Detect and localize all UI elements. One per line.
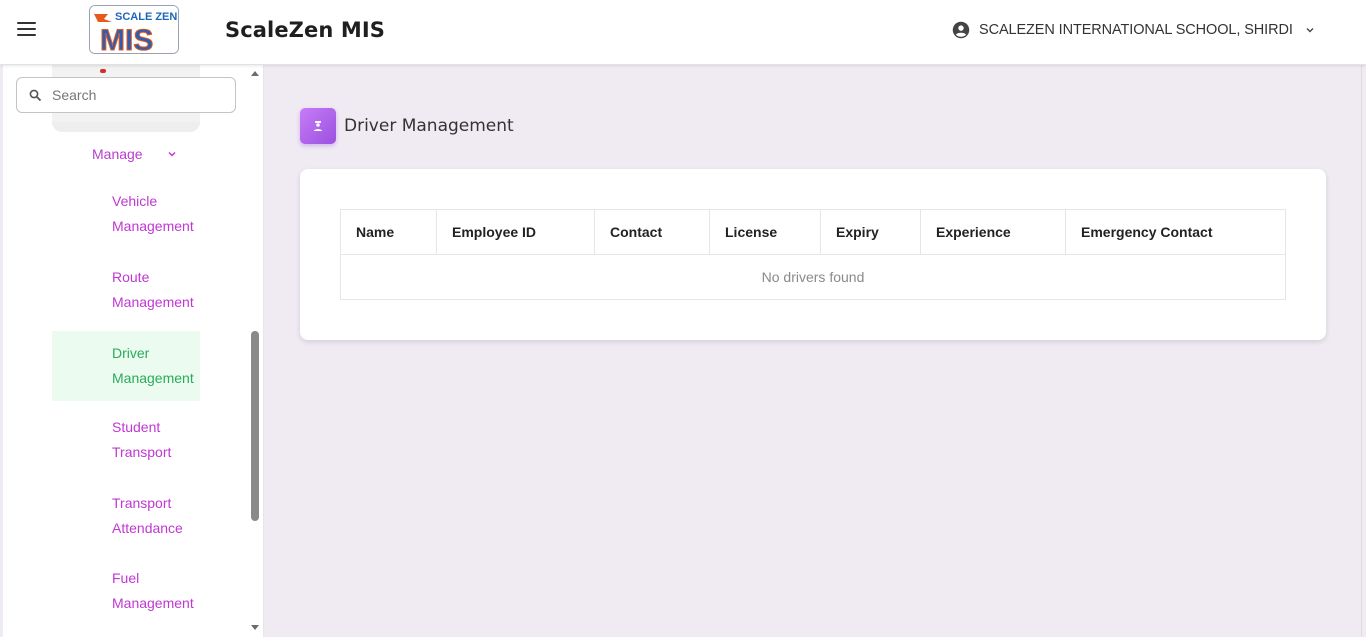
chevron-down-icon	[1306, 28, 1314, 33]
sidebar-item-label: Management	[112, 370, 194, 386]
app-logo[interactable]: SCALE ZEN MIS	[89, 5, 179, 54]
table-header-row: Name Employee ID Contact License Expiry …	[340, 209, 1286, 255]
account-selector[interactable]: SCALEZEN INTERNATIONAL SCHOOL, SHIRDI	[952, 19, 1315, 41]
column-header-license[interactable]: License	[709, 209, 821, 255]
sidebar-scrollbar[interactable]	[248, 65, 262, 637]
scrollbar-thumb[interactable]	[251, 331, 259, 521]
scroll-down-arrow-icon[interactable]	[251, 625, 259, 630]
sidebar-item-label: Vehicle	[112, 193, 158, 209]
sidebar-item-transport-attendance[interactable]: Transport Attendance	[52, 491, 200, 541]
sidebar-item-driver-management[interactable]: Driver Management	[52, 331, 200, 401]
empty-state-message: No drivers found	[340, 254, 1286, 300]
sidebar-item-label: Management	[112, 294, 194, 310]
sidebar: Manage Vehicle Management Route Manageme…	[3, 65, 264, 637]
column-header-employee-id[interactable]: Employee ID	[436, 209, 595, 255]
column-header-emergency-contact[interactable]: Emergency Contact	[1065, 209, 1286, 255]
search-input[interactable]	[52, 87, 212, 103]
sidebar-item-fuel-management[interactable]: Fuel Management	[52, 566, 200, 616]
column-header-experience[interactable]: Experience	[920, 209, 1066, 255]
column-header-contact[interactable]: Contact	[594, 209, 710, 255]
hamburger-menu-icon[interactable]	[17, 22, 36, 36]
driver-icon	[300, 108, 336, 144]
search-icon	[29, 89, 42, 101]
column-header-name[interactable]: Name	[340, 209, 437, 255]
app-title: ScaleZen MIS	[225, 18, 385, 42]
sidebar-divider	[52, 122, 200, 132]
sidebar-item-label: Transport	[112, 444, 172, 460]
sidebar-item-label: Management	[112, 595, 194, 611]
sidebar-item-label: Transport	[112, 495, 172, 511]
window-edge	[1361, 0, 1366, 637]
drivers-table: Name Employee ID Contact License Expiry …	[340, 209, 1286, 300]
logo-main-text: MIS	[100, 24, 153, 54]
sidebar-search[interactable]	[16, 77, 236, 113]
drivers-table-card: Name Employee ID Contact License Expiry …	[300, 169, 1326, 340]
manage-group-toggle[interactable]: Manage	[92, 146, 177, 162]
column-header-expiry[interactable]: Expiry	[820, 209, 921, 255]
logo-top-text: SCALE ZEN	[115, 11, 177, 23]
manage-label: Manage	[92, 146, 143, 162]
sidebar-item-label: Fuel	[112, 570, 140, 586]
sidebar-item-label: Driver	[112, 345, 150, 361]
table-row: No drivers found	[340, 254, 1286, 300]
top-app-bar: SCALE ZEN MIS ScaleZen MIS SCALEZEN INTE…	[0, 0, 1366, 65]
sidebar-item-label: Attendance	[112, 520, 183, 536]
scroll-up-arrow-icon[interactable]	[251, 71, 259, 76]
sidebar-item-route-management[interactable]: Route Management	[52, 265, 200, 315]
page-header: Driver Management	[300, 108, 514, 144]
sidebar-item-label: Student	[112, 419, 161, 435]
sidebar-item-student-transport[interactable]: Student Transport	[52, 415, 200, 465]
account-name: SCALEZEN INTERNATIONAL SCHOOL, SHIRDI	[979, 22, 1293, 38]
sidebar-item-label: Route	[112, 269, 150, 285]
account-circle-icon	[952, 21, 970, 39]
chevron-down-icon	[168, 151, 176, 157]
page-title: Driver Management	[344, 116, 514, 136]
sidebar-item-label: Management	[112, 218, 194, 234]
sidebar-item-vehicle-management[interactable]: Vehicle Management	[52, 189, 200, 239]
